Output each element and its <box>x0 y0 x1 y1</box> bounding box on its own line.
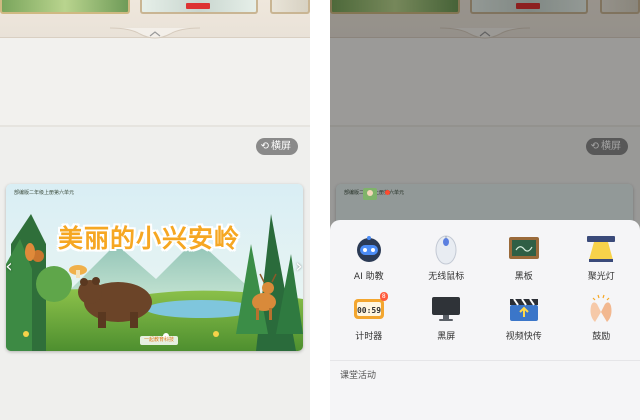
tool-wireless-mouse[interactable]: 无线鼠标 <box>408 232 486 282</box>
previous-slide-button[interactable]: ‹ <box>2 256 16 278</box>
chevron-left-icon: ‹ <box>5 256 13 277</box>
slide-thumbnail[interactable] <box>0 0 130 14</box>
rotate-icon: ⟲ <box>260 141 269 152</box>
blackboard-icon <box>507 232 541 266</box>
timer-badge: 8 <box>379 292 388 301</box>
clap-icon <box>584 292 618 326</box>
robot-icon <box>352 232 386 266</box>
mouse-icon <box>429 232 463 266</box>
slide-thumbnail[interactable] <box>140 0 258 14</box>
slide-illustration <box>6 184 303 351</box>
tool-ai-assistant[interactable]: AI 助教 <box>330 232 408 282</box>
tool-label: AI 助教 <box>353 272 384 282</box>
activity-avatar-icon[interactable] <box>362 186 378 200</box>
publisher-logo: 一起教育科技 <box>140 336 179 345</box>
clapper-icon <box>507 292 541 326</box>
slide-thumbnail-strip <box>0 0 310 39</box>
left-screen: ⟲ 横屏 部编版二年级上册第六单元 美丽的小兴安岭 一起教育科技 ‹ › <box>0 0 310 420</box>
tool-grid: AI 助教 无线鼠标 黑板 聚光灯 00:59 8 计时器 黑屏 视频快传 鼓励 <box>330 232 640 342</box>
slide-title: 美丽的小兴安岭 <box>58 224 241 253</box>
tool-label: 黑板 <box>514 272 533 282</box>
tool-spotlight[interactable]: 聚光灯 <box>563 232 640 282</box>
divider <box>330 360 640 361</box>
tool-label: 聚光灯 <box>587 272 615 282</box>
tool-black-screen[interactable]: 黑屏 <box>408 292 486 342</box>
tool-label: 黑屏 <box>437 332 456 342</box>
notification-dot <box>385 190 390 195</box>
toolbox-panel: AI 助教 无线鼠标 黑板 聚光灯 00:59 8 计时器 黑屏 视频快传 鼓励… <box>330 220 640 420</box>
spotlight-icon <box>584 232 618 266</box>
tool-timer[interactable]: 00:59 8 计时器 <box>330 292 408 342</box>
tool-encourage[interactable]: 鼓励 <box>563 292 640 342</box>
landscape-button[interactable]: ⟲ 横屏 <box>255 138 298 155</box>
tool-label: 鼓励 <box>592 332 611 342</box>
tool-label: 视频快传 <box>505 332 542 342</box>
tool-label: 无线鼠标 <box>428 272 465 282</box>
right-screen: ⟲ 横屏 部编版二年级上册第六单元 AI 助教 <box>330 0 640 420</box>
monitor-icon <box>429 292 463 326</box>
chevron-right-icon: › <box>295 256 303 277</box>
timer-readout: 00:59 <box>357 306 381 315</box>
tool-label: 计时器 <box>355 332 383 342</box>
next-slide-button[interactable]: › <box>292 256 306 278</box>
section-title-class-activities: 课堂活动 <box>340 371 377 381</box>
tool-blackboard[interactable]: 黑板 <box>485 232 563 282</box>
timer-icon: 00:59 8 <box>352 292 388 326</box>
landscape-button-label: 横屏 <box>271 141 291 152</box>
tool-video-quick-send[interactable]: 视频快传 <box>485 292 563 342</box>
collapse-handle[interactable] <box>110 26 200 42</box>
slide-thumbnail[interactable] <box>270 0 310 14</box>
slide-preview[interactable]: 部编版二年级上册第六单元 美丽的小兴安岭 一起教育科技 <box>6 184 303 351</box>
slide-caption: 部编版二年级上册第六单元 <box>14 190 75 196</box>
